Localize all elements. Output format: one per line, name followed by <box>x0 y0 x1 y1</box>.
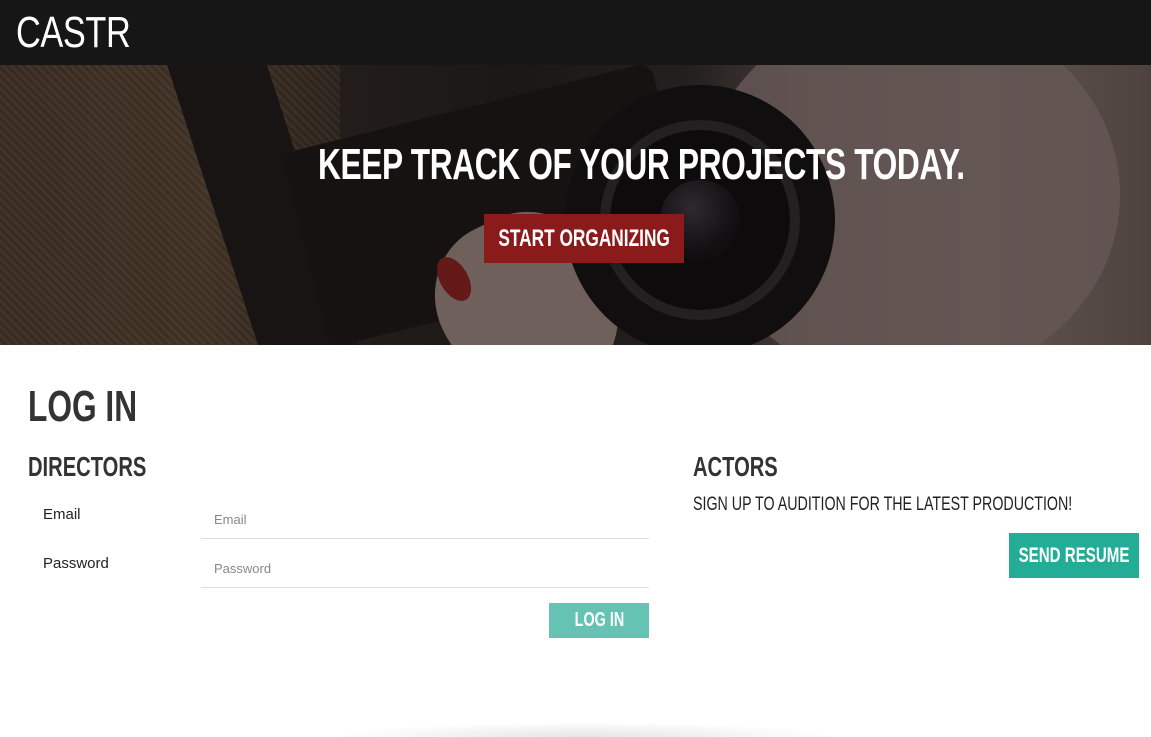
login-button[interactable]: LOG IN <box>549 603 649 638</box>
login-title: LOG IN <box>28 382 138 431</box>
hero-banner <box>0 65 1151 345</box>
send-resume-label: SEND RESUME <box>1018 543 1130 567</box>
email-label: Email <box>43 506 81 523</box>
send-resume-button[interactable]: SEND RESUME <box>1009 533 1139 578</box>
navbar: CASTR <box>0 0 1151 65</box>
start-organizing-label: START ORGANIZING <box>498 224 670 252</box>
hero-title: KEEP TRACK OF YOUR PROJECTS TODAY. <box>318 140 965 189</box>
password-input[interactable] <box>201 550 649 588</box>
bottom-card-shadow <box>330 722 840 737</box>
start-organizing-button[interactable]: START ORGANIZING <box>484 214 684 263</box>
directors-title: DIRECTORS <box>28 451 147 482</box>
password-label: Password <box>43 555 109 572</box>
hero-overlay <box>0 65 1151 345</box>
email-input[interactable] <box>201 501 649 539</box>
actors-description: SIGN UP TO AUDITION FOR THE LATEST PRODU… <box>693 494 1073 515</box>
login-button-label: LOG IN <box>574 609 624 631</box>
brand-logo-link[interactable]: CASTR <box>16 8 131 58</box>
actors-title: ACTORS <box>693 451 778 482</box>
